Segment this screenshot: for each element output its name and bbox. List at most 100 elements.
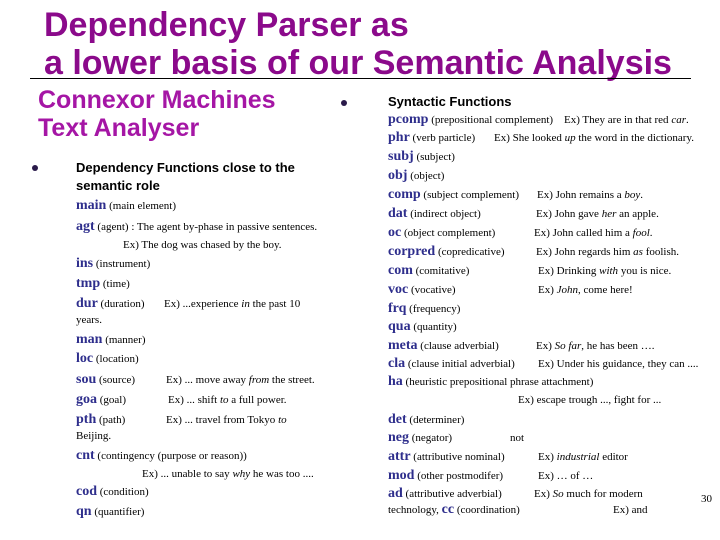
func-desc: (clause initial adverbial) [407, 358, 515, 370]
func-example: Ex) The dog was chased by the boy. [123, 239, 282, 251]
func-desc: (attributive nominal) [413, 451, 505, 463]
syn-item-meta: meta (clause adverbial) Ex) So far, he ha… [388, 339, 708, 353]
slide-subtitle: Connexor Machines Text Analyser [38, 86, 276, 142]
syn-item-mod: mod (other postmodifer) Ex) … of … [388, 469, 708, 483]
func-desc: (subject complement) [423, 189, 520, 201]
func-example: Ex) So much for modern [534, 488, 643, 500]
syn-item-ad: ad (attributive adverbial) Ex) So much fo… [388, 487, 708, 501]
func-desc: (goal) [99, 394, 127, 406]
func-desc: (comitative) [415, 265, 470, 277]
func-example: Ex) They are in that red car. [564, 114, 689, 126]
func-desc: (object complement) [403, 227, 496, 239]
func-desc: (determiner) [409, 414, 465, 426]
func-item-main: main (main element) [76, 199, 176, 213]
func-item-goa: goa (goal) Ex) ... shift to a full power… [76, 393, 356, 407]
func-desc: (prepositional complement) [431, 114, 554, 126]
title-line-2: a lower basis of our Semantic Analysis [44, 44, 672, 82]
func-code: mod [388, 468, 415, 483]
syn-item-ha: ha (heuristic prepositional phrase attac… [388, 375, 708, 389]
func-desc: (negator) [411, 432, 453, 444]
func-example: Ex) ... shift to a full power. [168, 394, 287, 406]
func-desc: (contingency (purpose or reason)) [97, 450, 247, 462]
func-code: oc [388, 225, 402, 240]
func-code: voc [388, 282, 409, 297]
slide-title: Dependency Parser as a lower basis of ou… [44, 6, 672, 82]
left-heading-line-1: Dependency Functions close to the [76, 160, 295, 175]
func-code: neg [388, 430, 409, 445]
func-desc: (object) [410, 170, 445, 182]
func-example: Ex) Drinking with you is nice. [538, 265, 672, 277]
subtitle-line-1: Connexor Machines [38, 86, 276, 114]
func-code: subj [388, 149, 414, 164]
func-code: pcomp [388, 112, 429, 127]
bullet-icon [32, 165, 38, 171]
func-desc: (indirect object) [410, 208, 481, 220]
func-code: comp [388, 187, 421, 202]
func-desc: (other postmodifer) [417, 470, 504, 482]
func-code: det [388, 412, 407, 427]
func-item-dur: dur (duration) Ex) ...experience in the … [76, 297, 356, 311]
func-code: loc [76, 351, 94, 366]
func-item-sou: sou (source) Ex) ... move away from the … [76, 373, 356, 387]
func-example: Ex) industrial editor [538, 451, 628, 463]
func-code: cc [441, 502, 455, 517]
func-code: obj [388, 168, 408, 183]
title-divider [30, 78, 691, 79]
func-desc: (quantifier) [94, 506, 145, 518]
syn-item-attr: attr (attributive nominal) Ex) industrial… [388, 450, 708, 464]
func-desc: (agent) : The agent by-phase in passive … [97, 221, 318, 233]
func-desc: (source) [98, 374, 136, 386]
func-code: ins [76, 256, 94, 271]
func-desc: (vocative) [410, 284, 456, 296]
func-code: com [388, 263, 413, 278]
func-desc: (verb particle) [412, 132, 476, 144]
func-code: ha [388, 374, 403, 389]
func-desc: (clause adverbial) [420, 340, 499, 352]
func-code: meta [388, 338, 418, 353]
syn-item-cc: technology, cc (coordination) Ex) and [388, 503, 708, 517]
bullet-icon [341, 100, 347, 106]
func-desc: (location) [95, 353, 139, 365]
func-code: goa [76, 392, 97, 407]
left-heading: Dependency Functions close to the semant… [76, 159, 295, 195]
func-example: Ex) John called him a fool. [534, 227, 653, 239]
page-number: 30 [701, 493, 712, 505]
func-item-qn: qn (quantifier) [76, 505, 144, 519]
func-code: main [76, 198, 107, 213]
func-item-man: man (manner) [76, 333, 146, 347]
func-item-loc: loc (location) [76, 352, 139, 366]
func-example: Ex) and [613, 504, 648, 516]
func-code: dur [76, 296, 98, 311]
syn-item-oc: oc (object complement) Ex) John called hi… [388, 226, 708, 240]
func-desc: (time) [102, 278, 130, 290]
syn-item-subj: subj (subject) [388, 150, 708, 164]
func-desc: (manner) [105, 334, 146, 346]
func-example: not [510, 432, 525, 444]
func-desc: (instrument) [95, 258, 151, 270]
func-desc: (copredicative) [437, 246, 505, 258]
func-example: Ex) ...experience in the past 10 [164, 298, 301, 310]
func-desc: (heuristic prepositional phrase attachme… [405, 376, 594, 388]
func-code: cod [76, 484, 97, 499]
syn-item-com: com (comitative) Ex) Drinking with you is… [388, 264, 708, 278]
func-desc: (subject) [416, 151, 455, 163]
func-code: qua [388, 319, 411, 334]
func-example: Ex) Under his guidance, they can .... [538, 358, 699, 370]
syn-item-cla: cla (clause initial adverbial) Ex) Under … [388, 357, 708, 371]
syn-item-comp: comp (subject complement) Ex) John remain… [388, 188, 708, 202]
func-example: Ex) John, come here! [538, 284, 633, 296]
func-item-tmp: tmp (time) [76, 277, 130, 291]
func-code: agt [76, 219, 95, 234]
title-line-1: Dependency Parser as [44, 6, 409, 44]
func-example: Ex) She looked up the word in the dictio… [494, 132, 694, 144]
func-item-pth: pth (path) Ex) ... travel from Tokyo to [76, 413, 356, 427]
func-desc: (path) [98, 414, 126, 426]
func-code: dat [388, 206, 408, 221]
func-code: phr [388, 130, 410, 145]
func-code: qn [76, 504, 92, 519]
func-code: attr [388, 449, 411, 464]
func-code: corpred [388, 244, 436, 259]
func-item-ins: ins (instrument) [76, 257, 150, 271]
func-example: Ex) So far, he has been …. [536, 340, 655, 352]
syn-item-voc: voc (vocative) Ex) John, come here! [388, 283, 708, 297]
